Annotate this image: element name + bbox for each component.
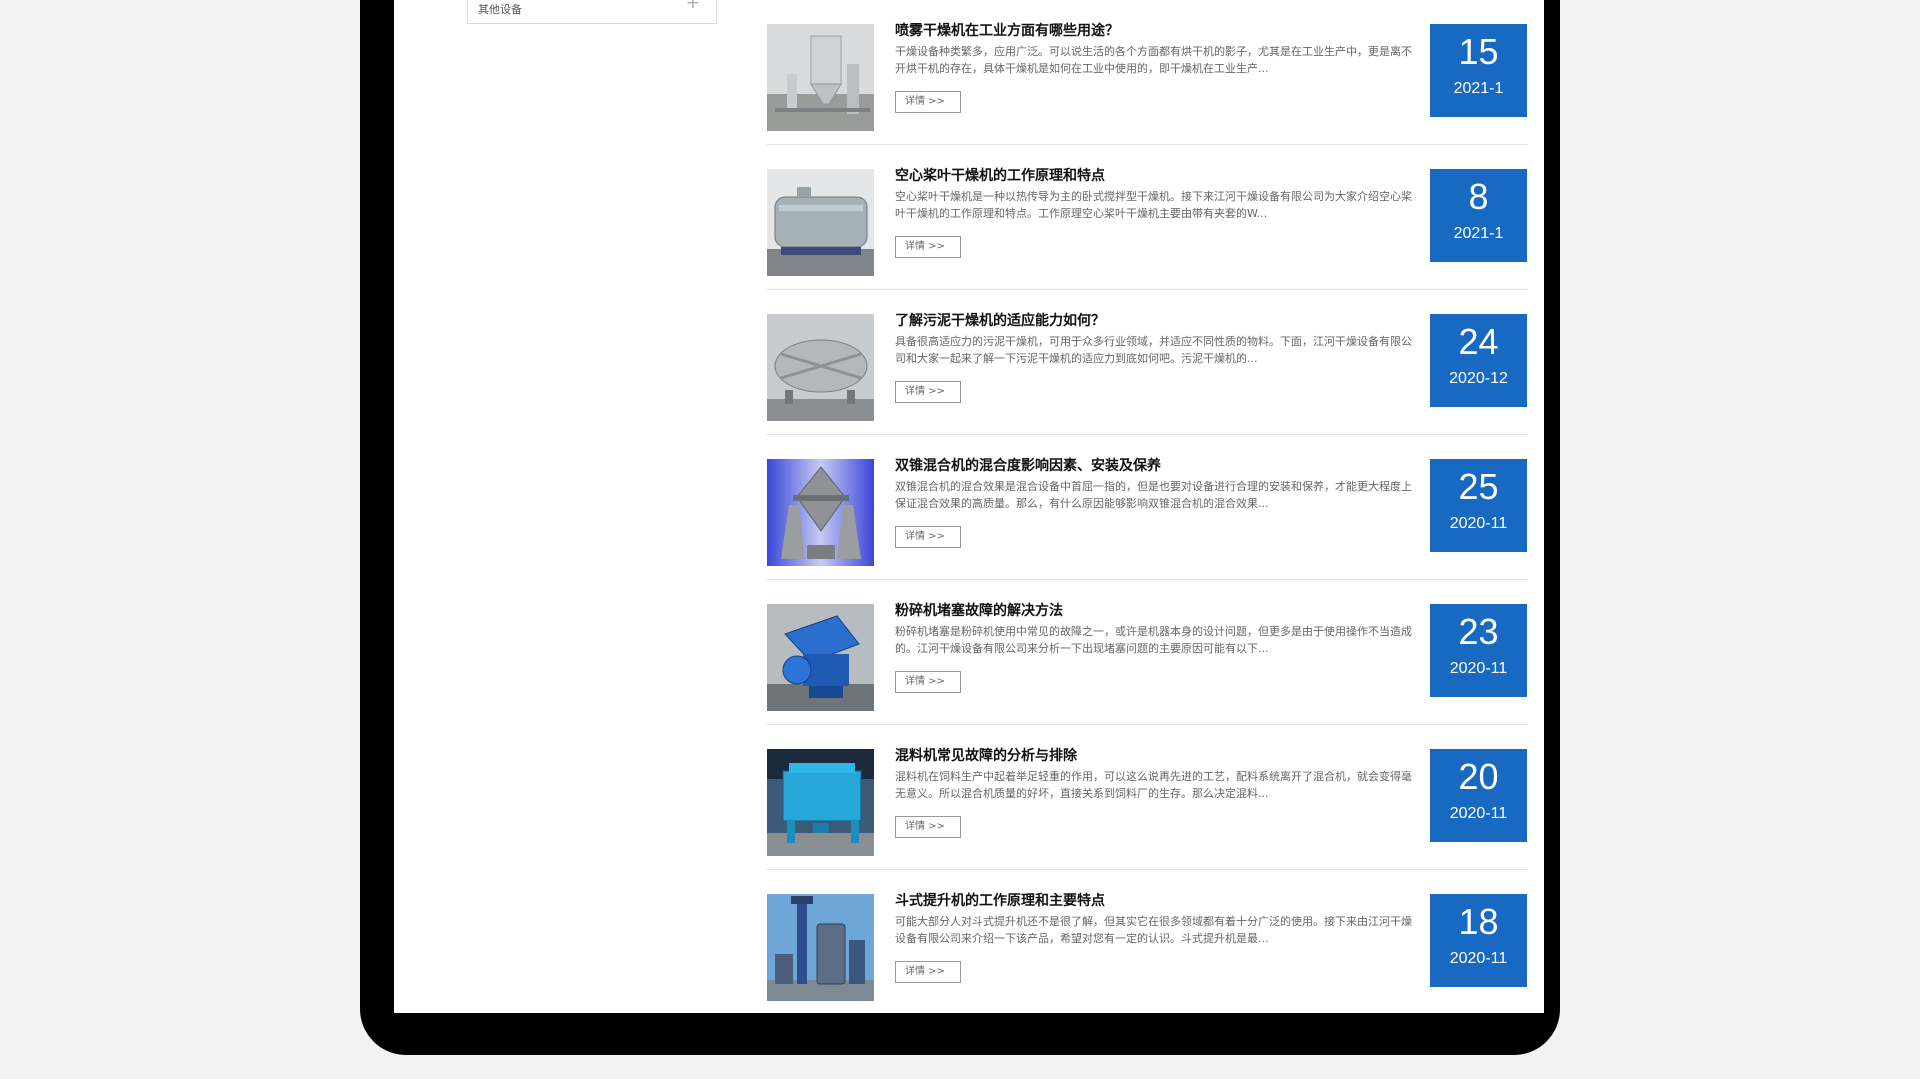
date-day: 25 [1458,466,1499,507]
news-excerpt: 混料机在饲料生产中起着举足轻重的作用，可以这么说再先进的工艺，配料系统离开了混合… [895,770,1412,800]
date-year-month: 2020-11 [1449,805,1508,822]
bucket-elevator-image [767,894,874,1001]
date-badge: 23 2020-11 [1430,604,1527,697]
date-year-month: 2020-12 [1449,370,1508,387]
date-day: 15 [1458,31,1499,72]
news-excerpt: 双锥混合机的混合效果是混合设备中首屈一指的，但是也要对设备进行合理的安装和保养，… [895,480,1412,510]
news-thumbnail[interactable] [767,894,874,1001]
date-year-month: 2020-11 [1449,950,1508,967]
news-item[interactable]: 喷雾干燥机在工业方面有哪些用途？ 干燥设备种类繁多，应用广泛。可以说生活的各个方… [767,0,1528,145]
news-list: 喷雾干燥机在工业方面有哪些用途？ 干燥设备种类繁多，应用广泛。可以说生活的各个方… [767,0,1528,1013]
date-badge: 25 2020-11 [1430,459,1527,552]
spray-dryer-image [767,24,874,131]
browser-viewport: 其他设备 + 喷雾干燥机在工业方面有哪些用途？ 干燥设备种类繁多，应用广泛。可以… [394,0,1544,1013]
details-button[interactable]: 详情 >> [895,671,961,693]
news-item[interactable]: 双锥混合机的混合度影响因素、安装及保养 双锥混合机的混合效果是混合设备中首屈一指… [767,435,1528,580]
date-badge: 18 2020-11 [1430,894,1527,987]
date-year-month: 2020-11 [1449,515,1508,532]
double-cone-mixer-image [767,459,874,566]
news-excerpt: 粉碎机堵塞是粉碎机使用中常见的故障之一，或许是机器本身的设计问题，但更多是由于使… [895,625,1412,655]
details-button[interactable]: 详情 >> [895,381,961,403]
date-badge: 15 2021-1 [1430,24,1527,117]
news-thumbnail[interactable] [767,604,874,711]
news-item[interactable]: 粉碎机堵塞故障的解决方法 粉碎机堵塞是粉碎机使用中常见的故障之一，或许是机器本身… [767,580,1528,725]
details-button[interactable]: 详情 >> [895,526,961,548]
news-excerpt: 干燥设备种类繁多，应用广泛。可以说生活的各个方面都有烘干机的影子，尤其是在工业生… [895,45,1412,75]
details-button[interactable]: 详情 >> [895,236,961,258]
details-button[interactable]: 详情 >> [895,961,961,983]
news-title[interactable]: 双锥混合机的混合度影响因素、安装及保养 [895,455,1161,475]
paddle-dryer-image [767,169,874,276]
date-badge: 20 2020-11 [1430,749,1527,842]
date-badge: 24 2020-12 [1430,314,1527,407]
news-thumbnail[interactable] [767,24,874,131]
news-title[interactable]: 空心桨叶干燥机的工作原理和特点 [895,165,1105,185]
news-title[interactable]: 喷雾干燥机在工业方面有哪些用途？ [895,20,1119,40]
date-day: 20 [1458,756,1499,797]
ribbon-mixer-image [767,749,874,856]
sidebar-item-other-equipment[interactable]: 其他设备 + [467,0,717,24]
news-excerpt: 具备很高适应力的污泥干燥机，可用于众多行业领域，并适应不同性质的物料。下面，江河… [895,335,1412,365]
news-title[interactable]: 斗式提升机的工作原理和主要特点 [895,890,1105,910]
date-day: 8 [1468,176,1489,217]
date-year-month: 2021-1 [1453,80,1504,97]
details-button[interactable]: 详情 >> [895,816,961,838]
news-title[interactable]: 了解污泥干燥机的适应能力如何？ [895,310,1105,330]
news-item[interactable]: 了解污泥干燥机的适应能力如何？ 具备很高适应力的污泥干燥机，可用于众多行业领域，… [767,290,1528,435]
news-title[interactable]: 粉碎机堵塞故障的解决方法 [895,600,1063,620]
date-day: 18 [1458,901,1499,942]
date-badge: 8 2021-1 [1430,169,1527,262]
date-year-month: 2021-1 [1453,225,1504,242]
news-item[interactable]: 混料机常见故障的分析与排除 混料机在饲料生产中起着举足轻重的作用，可以这么说再先… [767,725,1528,870]
news-item[interactable]: 空心桨叶干燥机的工作原理和特点 空心桨叶干燥机是一种以热传导为主的卧式搅拌型干燥… [767,145,1528,290]
news-thumbnail[interactable] [767,169,874,276]
news-excerpt: 可能大部分人对斗式提升机还不是很了解，但其实它在很多领域都有着十分广泛的使用。接… [895,915,1412,945]
news-thumbnail[interactable] [767,314,874,421]
details-button[interactable]: 详情 >> [895,91,961,113]
date-year-month: 2020-11 [1449,660,1508,677]
news-excerpt: 空心桨叶干燥机是一种以热传导为主的卧式搅拌型干燥机。接下来江河干燥设备有限公司为… [895,190,1412,220]
crusher-image [767,604,874,711]
date-day: 23 [1458,611,1499,652]
news-title[interactable]: 混料机常见故障的分析与排除 [895,745,1077,765]
sidebar-item-label: 其他设备 [478,3,522,16]
news-item[interactable]: 斗式提升机的工作原理和主要特点 可能大部分人对斗式提升机还不是很了解，但其实它在… [767,870,1528,1013]
date-day: 24 [1458,321,1499,362]
news-thumbnail[interactable] [767,459,874,566]
expand-plus-icon[interactable]: + [686,0,700,12]
news-thumbnail[interactable] [767,749,874,856]
sludge-dryer-image [767,314,874,421]
